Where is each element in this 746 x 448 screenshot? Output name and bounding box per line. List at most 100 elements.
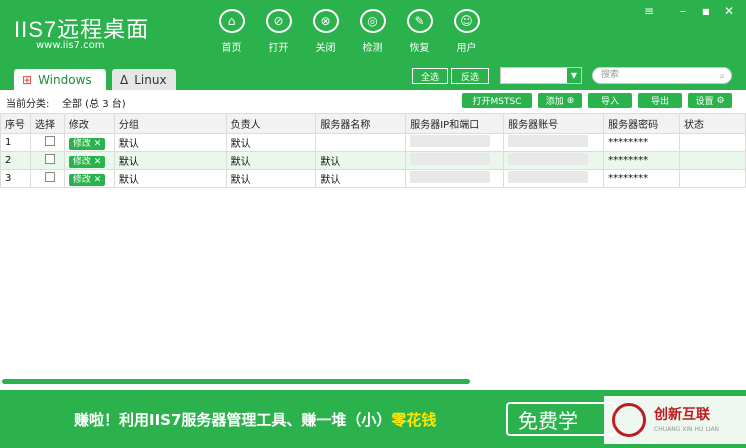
row-server-name: 默认 (315, 151, 407, 170)
col-server-name: 服务器名称 (315, 113, 407, 134)
scan-icon: ◎ (359, 9, 386, 33)
redacted-account (508, 153, 589, 165)
col-status: 状态 (679, 113, 746, 134)
horizontal-scrollbar[interactable] (2, 379, 470, 384)
home-icon: ⌂ (218, 9, 245, 33)
search-icon[interactable]: ⌕ (719, 69, 725, 84)
invert-label: 反选 (460, 72, 479, 83)
nav-open[interactable]: ⊘ 打开 (255, 6, 302, 54)
select-all-button[interactable]: 全选 (412, 68, 448, 84)
nav-user-label: 用户 (456, 43, 477, 54)
row-index: 3 (0, 169, 31, 188)
banner-highlight: 零花钱 (391, 411, 437, 429)
redacted-ip (410, 135, 491, 147)
row-server-name (315, 133, 407, 152)
user-icon: ☺ (453, 9, 480, 33)
table-row[interactable]: 3 修改 ✕ 默认 默认 默认 ******** (0, 169, 746, 188)
nav-scan[interactable]: ◎ 检测 (349, 6, 396, 54)
minimize-icon[interactable]: – (680, 4, 686, 18)
redacted-account (508, 171, 589, 183)
linux-icon: Δ (120, 72, 129, 87)
menu-icon[interactable]: ≡ (644, 4, 654, 18)
row-group: 默认 (113, 151, 227, 170)
col-index: 序号 (0, 113, 31, 134)
row-index: 2 (0, 151, 31, 170)
edit-label: 修改 (72, 157, 91, 167)
table-row[interactable]: 2 修改 ✕ 默认 默认 默认 ******** (0, 151, 746, 170)
row-status (679, 169, 746, 188)
add-button[interactable]: 添加 ⊕ (538, 93, 582, 108)
row-group: 默认 (113, 133, 227, 152)
export-button[interactable]: 导出 (638, 93, 682, 108)
windows-icon: ⊞ (22, 72, 33, 87)
row-password: ******** (603, 133, 681, 152)
category-value: 全部 (总 3 台) (62, 99, 126, 110)
tab-windows-label: Windows (38, 72, 92, 87)
chevron-down-icon: ▼ (567, 68, 581, 83)
row-owner: 默认 (225, 133, 317, 152)
col-edit: 修改 (63, 113, 115, 134)
nav-user[interactable]: ☺ 用户 (443, 6, 490, 54)
watermark-logo-icon (612, 403, 646, 437)
nav-home[interactable]: ⌂ 首页 (208, 6, 255, 54)
banner-text: 赚啦！利用IIS7服务器管理工具、赚一堆（小）零花钱 (74, 409, 436, 430)
free-learn-label: 免费学 (518, 408, 578, 433)
tab-windows[interactable]: ⊞ Windows (14, 69, 106, 90)
import-button[interactable]: 导入 (588, 93, 632, 108)
nav-open-label: 打开 (268, 43, 289, 54)
banner-main-text: 赚啦！利用IIS7服务器管理工具、赚一堆（小） (74, 411, 392, 429)
search-input[interactable]: 搜索 ⌕ (592, 67, 732, 84)
edit-button[interactable]: 修改 ✕ (68, 174, 106, 186)
open-mstsc-label: 打开MSTSC (472, 97, 522, 107)
tab-linux[interactable]: Δ Linux (112, 69, 176, 90)
select-all-label: 全选 (420, 72, 439, 83)
row-status (679, 151, 746, 170)
redacted-account (508, 135, 589, 147)
group-select[interactable]: ▼ (500, 67, 582, 84)
edit-button[interactable]: 修改 ✕ (68, 156, 106, 168)
close-icon[interactable]: ✕ (724, 4, 734, 18)
maximize-icon[interactable]: ■ (702, 7, 710, 16)
edit-label: 修改 (72, 175, 91, 185)
invert-selection-button[interactable]: 反选 (451, 68, 489, 84)
row-owner: 默认 (225, 151, 317, 170)
watermark-cn: 创新互联 (654, 407, 710, 423)
row-checkbox[interactable] (44, 154, 55, 164)
free-learn-button[interactable]: 免费学 (506, 402, 616, 436)
export-label: 导出 (650, 97, 669, 107)
nav-close[interactable]: ⊗ 关闭 (302, 6, 349, 54)
gear-icon: ⚙ (716, 95, 725, 106)
row-owner: 默认 (225, 169, 317, 188)
row-checkbox[interactable] (44, 172, 55, 182)
app-url: www.iis7.com (36, 40, 105, 51)
col-password: 服务器密码 (603, 113, 681, 134)
nav-close-label: 关闭 (315, 43, 336, 54)
title-bar: IIS7远程桌面 www.iis7.com ⌂ 首页 ⊘ 打开 ⊗ 关闭 ◎ 检测 ✎ 恢… (0, 0, 746, 64)
add-label: 添加 (545, 97, 564, 107)
col-select: 选择 (29, 113, 65, 134)
nav-home-label: 首页 (221, 43, 242, 54)
col-group: 分组 (113, 113, 227, 134)
redacted-ip (410, 153, 491, 165)
col-account: 服务器账号 (503, 113, 605, 134)
open-mstsc-button[interactable]: 打开MSTSC (462, 93, 532, 108)
nav-restore[interactable]: ✎ 恢复 (396, 6, 443, 54)
nav-scan-label: 检测 (362, 43, 383, 54)
table-header-row: 序号 选择 修改 分组 负责人 服务器名称 服务器IP和端口 服务器账号 服务器… (0, 113, 746, 134)
wrench-icon: ✎ (406, 9, 433, 33)
row-password: ******** (603, 169, 681, 188)
watermark-en: CHUANG XIN HU LIAN (654, 426, 720, 433)
settings-button[interactable]: 设置 ⚙ (688, 93, 732, 108)
row-status (679, 133, 746, 152)
row-checkbox[interactable] (44, 136, 55, 146)
edit-button[interactable]: 修改 ✕ (68, 138, 106, 150)
table-row[interactable]: 1 修改 ✕ 默认 默认 ******** (0, 133, 746, 152)
plus-icon: ⊕ (566, 95, 575, 106)
col-owner: 负责人 (225, 113, 317, 134)
settings-label: 设置 (695, 97, 714, 107)
nav-restore-label: 恢复 (409, 43, 430, 54)
search-placeholder: 搜索 (601, 70, 620, 80)
import-label: 导入 (600, 97, 619, 107)
redacted-ip (410, 171, 491, 183)
toolbar: 当前分类: 全部 (总 3 台) 打开MSTSC 添加 ⊕ 导入 导出 设置 ⚙ (0, 90, 746, 112)
